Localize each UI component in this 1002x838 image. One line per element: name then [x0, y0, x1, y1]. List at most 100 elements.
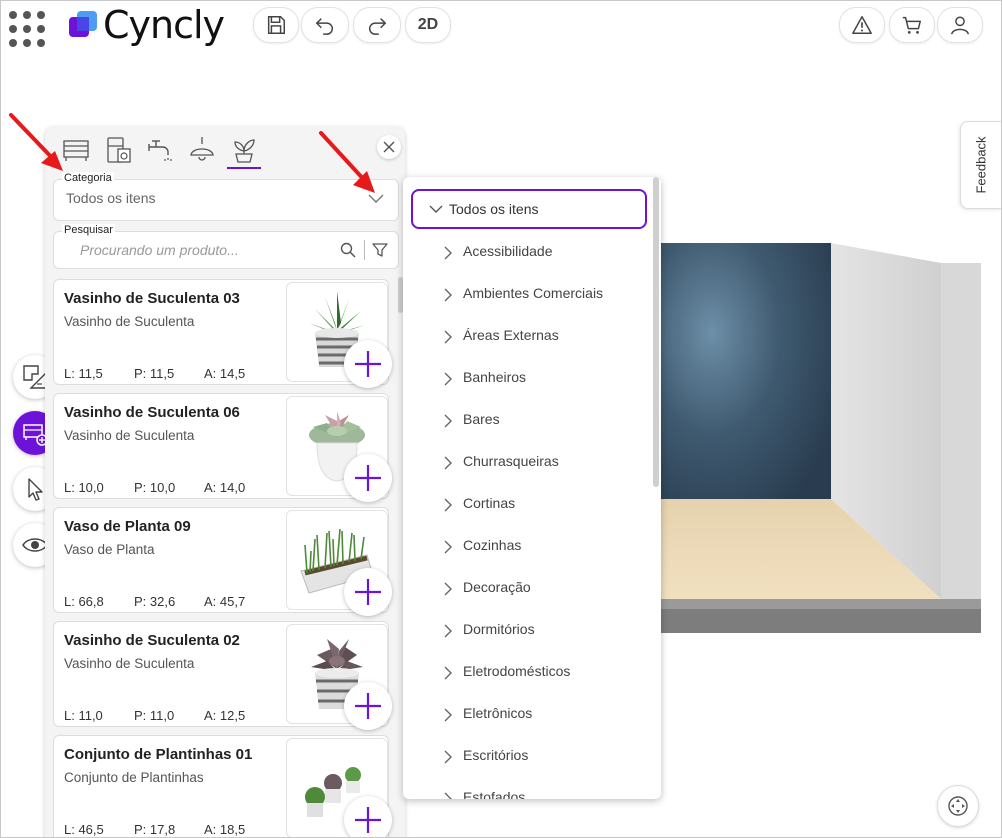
add-product-button[interactable]: [344, 340, 392, 388]
warnings-button[interactable]: [839, 7, 885, 43]
tab-plumbing[interactable]: [139, 131, 181, 169]
chevron-right-icon: [444, 330, 452, 344]
dropdown-item[interactable]: Estofados: [463, 789, 525, 799]
user-icon: [951, 16, 969, 35]
dropdown-selected-label: Todos os itens: [449, 201, 539, 217]
dropdown-item[interactable]: Escritórios: [463, 747, 528, 763]
search-input[interactable]: Procurando um produto...: [80, 242, 239, 258]
view-mode-label: 2D: [417, 16, 439, 33]
plus-icon: [355, 465, 381, 491]
dropdown-item[interactable]: Banheiros: [463, 369, 526, 385]
add-product-button[interactable]: [344, 682, 392, 730]
product-height: A: 12,5: [204, 708, 246, 723]
search-icon[interactable]: [340, 242, 356, 258]
add-product-button[interactable]: [344, 568, 392, 616]
ceiling-lamp-icon: [190, 137, 214, 161]
navigation-arrows-icon: [948, 796, 968, 816]
save-button[interactable]: [253, 7, 299, 43]
annotation-arrow-dropdown: [319, 131, 375, 193]
dropdown-item[interactable]: Ambientes Comerciais: [463, 285, 603, 301]
dropdown-item[interactable]: Cozinhas: [463, 537, 521, 553]
product-height: A: 14,5: [204, 366, 246, 381]
dropdown-item[interactable]: Áreas Externas: [463, 327, 559, 343]
recenter-button[interactable]: [937, 785, 979, 827]
cart-icon: [902, 16, 921, 34]
product-width: L: 11,5: [64, 366, 103, 381]
add-product-button[interactable]: [344, 454, 392, 502]
product-card[interactable]: Conjunto de Plantinhas 01 Conjunto de Pl…: [53, 735, 392, 837]
chevron-right-icon: [444, 498, 452, 512]
product-width: L: 10,0: [64, 480, 104, 495]
room-3d-view[interactable]: [641, 239, 1001, 639]
plus-icon: [355, 579, 381, 605]
tab-appliances[interactable]: [97, 131, 139, 169]
plus-icon: [355, 351, 381, 377]
product-width: L: 46,5: [64, 822, 104, 837]
chevron-right-icon: [444, 666, 452, 680]
search-label: Pesquisar: [62, 224, 115, 236]
product-width: L: 11,0: [64, 708, 103, 723]
chevron-right-icon: [444, 414, 452, 428]
search-box: Pesquisar Procurando um produto...: [53, 224, 399, 269]
apps-grid-icon[interactable]: [7, 9, 47, 49]
save-icon: [267, 16, 285, 34]
feedback-label: Feedback: [973, 136, 989, 194]
product-width: L: 66,8: [64, 594, 104, 609]
chevron-right-icon: [444, 288, 452, 302]
app-logo: Cyncly: [67, 5, 225, 45]
search-divider: [364, 240, 365, 260]
chevron-right-icon: [444, 246, 452, 260]
appliance-icon: [107, 137, 131, 163]
chevron-right-icon: [444, 582, 452, 596]
product-card[interactable]: Vasinho de Suculenta 03 Vasinho de Sucul…: [53, 279, 392, 388]
product-title: Vasinho de Suculenta 06: [64, 404, 240, 421]
product-subtitle: Vaso de Planta: [64, 542, 155, 557]
dropdown-item[interactable]: Eletrônicos: [463, 705, 532, 721]
product-subtitle: Vasinho de Suculenta: [64, 656, 195, 671]
category-tabs: [55, 131, 265, 169]
dropdown-item[interactable]: Decoração: [463, 579, 531, 595]
filter-icon[interactable]: [372, 242, 388, 258]
product-height: A: 14,0: [204, 480, 246, 495]
catalog-panel: Categoria Todos os itens Pesquisar Procu…: [45, 127, 405, 837]
faucet-icon: [148, 140, 172, 161]
product-depth: P: 11,0: [134, 708, 175, 723]
redo-icon: [369, 18, 387, 35]
feedback-tab[interactable]: Feedback: [960, 121, 1001, 209]
dropdown-item[interactable]: Dormitórios: [463, 621, 535, 637]
potted-plant-icon: [234, 139, 255, 163]
dropdown-item[interactable]: Acessibilidade: [463, 243, 553, 259]
product-card[interactable]: Vaso de Planta 09 Vaso de Planta L: 66,8…: [53, 507, 392, 616]
dropdown-item[interactable]: Churrasqueiras: [463, 453, 559, 469]
redo-button[interactable]: [353, 7, 401, 43]
dropdown-item[interactable]: Eletrodomésticos: [463, 663, 570, 679]
product-card[interactable]: Vasinho de Suculenta 02 Vasinho de Sucul…: [53, 621, 392, 730]
product-title: Vasinho de Suculenta 03: [64, 290, 240, 307]
product-card[interactable]: Vasinho de Suculenta 06 Vasinho de Sucul…: [53, 393, 392, 502]
add-product-button[interactable]: [344, 796, 392, 837]
plus-icon: [355, 693, 381, 719]
dropdown-scrollbar[interactable]: [653, 177, 659, 487]
undo-icon: [315, 18, 333, 35]
product-depth: P: 32,6: [134, 594, 176, 609]
tab-decoration[interactable]: [223, 131, 265, 169]
product-subtitle: Conjunto de Plantinhas: [64, 770, 204, 785]
user-button[interactable]: [937, 7, 983, 43]
product-depth: P: 11,5: [134, 366, 175, 381]
warning-icon: [852, 16, 872, 34]
product-title: Vasinho de Suculenta 02: [64, 632, 240, 649]
chevron-down-icon: [429, 205, 443, 213]
dropdown-item[interactable]: Cortinas: [463, 495, 515, 511]
view-mode-button[interactable]: 2D: [405, 7, 451, 43]
cart-button[interactable]: [889, 7, 935, 43]
product-depth: P: 17,8: [134, 822, 176, 837]
tab-lighting[interactable]: [181, 131, 223, 169]
annotation-arrow-category: [9, 113, 63, 171]
chevron-right-icon: [444, 372, 452, 386]
product-height: A: 45,7: [204, 594, 246, 609]
product-height: A: 18,5: [204, 822, 246, 837]
dropdown-item[interactable]: Bares: [463, 411, 500, 427]
product-subtitle: Vasinho de Suculenta: [64, 314, 195, 329]
dropdown-selected-item[interactable]: Todos os itens: [411, 189, 647, 229]
undo-button[interactable]: [301, 7, 349, 43]
